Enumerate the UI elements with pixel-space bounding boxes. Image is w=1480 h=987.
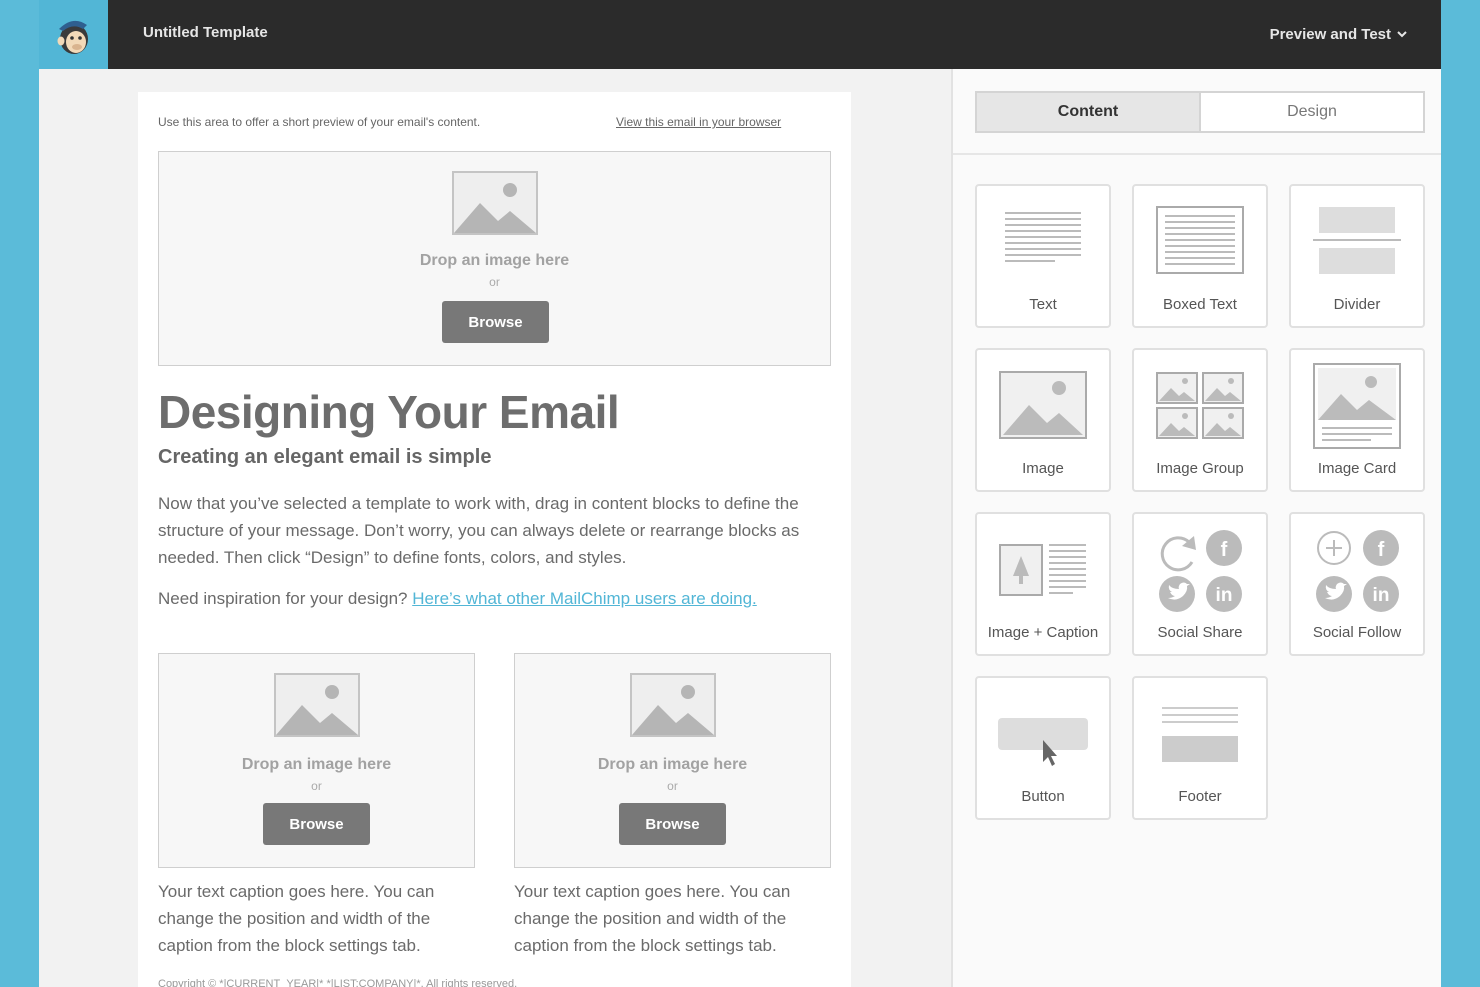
block-label: Social Share xyxy=(1157,624,1243,641)
block-label: Footer xyxy=(1178,788,1222,805)
image-caption-block-icon xyxy=(999,544,1086,596)
divider-block-icon xyxy=(1313,207,1401,274)
copyright-text[interactable]: Copyright © *|CURRENT_YEAR|* *|LIST:COMP… xyxy=(158,978,517,987)
social-share-block[interactable]: f in Social Share xyxy=(1132,512,1268,656)
image-group-block-icon xyxy=(1156,372,1244,439)
mailchimp-logo[interactable] xyxy=(39,0,108,69)
image-caption-block[interactable]: Image + Caption xyxy=(975,512,1111,656)
image-group-block[interactable]: Image Group xyxy=(1132,348,1268,492)
email-canvas: Use this area to offer a short preview o… xyxy=(138,92,851,987)
preview-and-test-button[interactable]: Preview and Test xyxy=(1270,26,1407,43)
divider-block[interactable]: Divider xyxy=(1289,184,1425,328)
template-title[interactable]: Untitled Template xyxy=(143,24,268,41)
browse-button[interactable]: Browse xyxy=(442,301,549,343)
block-label: Divider xyxy=(1333,296,1381,313)
drop-image-text: Drop an image here xyxy=(597,756,748,773)
block-label: Text xyxy=(1029,296,1057,313)
browse-button[interactable]: Browse xyxy=(263,803,370,845)
button-block-icon xyxy=(998,718,1088,766)
block-label: Image Group xyxy=(1156,460,1244,477)
inspiration-text[interactable]: Need inspiration for your design? Here’s… xyxy=(158,589,757,609)
preview-and-test-label: Preview and Test xyxy=(1269,26,1391,43)
block-label: Image Card xyxy=(1317,460,1397,477)
block-label: Social Follow xyxy=(1312,624,1402,641)
app-window: Untitled Template Preview and Test Use t… xyxy=(39,0,1441,987)
view-in-browser-link[interactable]: View this email in your browser xyxy=(616,115,781,129)
tab-content[interactable]: Content xyxy=(977,93,1201,131)
chevron-down-icon xyxy=(1397,29,1407,41)
image-placeholder-icon xyxy=(452,171,538,235)
right-caption-text[interactable]: Your text caption goes here. You can cha… xyxy=(514,878,824,959)
image-placeholder-icon xyxy=(274,673,360,737)
inspiration-link[interactable]: Here’s what other MailChimp users are do… xyxy=(412,589,757,608)
inspiration-prefix: Need inspiration for your design? xyxy=(158,589,413,608)
hero-image-drop-zone[interactable]: Drop an image here or Browse xyxy=(158,151,831,366)
panel-divider xyxy=(953,153,1441,155)
drop-image-text: Drop an image here xyxy=(419,252,570,269)
block-label: Boxed Text xyxy=(1163,296,1237,313)
or-text: or xyxy=(489,275,500,289)
svg-text:in: in xyxy=(1216,585,1233,606)
chimp-logo-icon xyxy=(57,20,88,54)
text-block[interactable]: Text xyxy=(975,184,1111,328)
boxed-text-block[interactable]: Boxed Text xyxy=(1132,184,1268,328)
or-text: or xyxy=(667,779,678,793)
boxed-text-block-icon xyxy=(1156,206,1244,274)
svg-text:f: f xyxy=(1221,539,1228,561)
block-label: Image xyxy=(1022,460,1064,477)
email-subheading[interactable]: Creating an elegant email is simple xyxy=(158,446,491,469)
block-label: Image + Caption xyxy=(987,624,1099,641)
content-blocks-panel: Content Design Text Boxed Text Divider I… xyxy=(951,69,1441,987)
image-card-block-icon xyxy=(1313,363,1401,449)
tab-design[interactable]: Design xyxy=(1201,93,1423,131)
text-block-icon xyxy=(1005,212,1081,262)
button-block[interactable]: Button xyxy=(975,676,1111,820)
left-caption-text[interactable]: Your text caption goes here. You can cha… xyxy=(158,878,468,959)
footer-block[interactable]: Footer xyxy=(1132,676,1268,820)
drop-image-text: Drop an image here xyxy=(241,756,392,773)
block-label: Button xyxy=(1021,788,1065,805)
email-heading[interactable]: Designing Your Email xyxy=(158,385,620,439)
social-follow-block[interactable]: f in Social Follow xyxy=(1289,512,1425,656)
social-share-block-icon: f in xyxy=(1159,530,1242,612)
right-image-drop-zone[interactable]: Drop an image here or Browse xyxy=(514,653,831,868)
social-follow-block-icon: f in xyxy=(1316,530,1399,612)
left-image-drop-zone[interactable]: Drop an image here or Browse xyxy=(158,653,475,868)
panel-tabs: Content Design xyxy=(975,91,1425,133)
svg-text:in: in xyxy=(1373,585,1390,606)
preheader-text[interactable]: Use this area to offer a short preview o… xyxy=(158,115,480,129)
image-block[interactable]: Image xyxy=(975,348,1111,492)
email-body-text[interactable]: Now that you’ve selected a template to w… xyxy=(158,490,838,571)
image-card-block[interactable]: Image Card xyxy=(1289,348,1425,492)
footer-block-icon xyxy=(1162,707,1238,762)
image-block-icon xyxy=(999,371,1087,439)
image-placeholder-icon xyxy=(630,673,716,737)
svg-text:f: f xyxy=(1378,539,1385,561)
browse-button[interactable]: Browse xyxy=(619,803,726,845)
top-bar: Untitled Template Preview and Test xyxy=(39,0,1441,69)
or-text: or xyxy=(311,779,322,793)
